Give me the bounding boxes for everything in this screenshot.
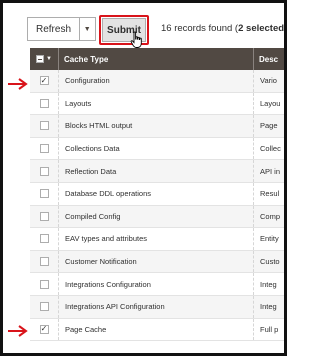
red-arrow-icon <box>8 325 28 337</box>
row-select-cell <box>30 92 59 115</box>
row-checkbox-checked[interactable]: ✓ <box>39 324 49 334</box>
row-checkbox[interactable] <box>39 144 49 154</box>
description-cell: Integ <box>260 302 277 312</box>
row-checkbox[interactable] <box>39 121 49 131</box>
mass-select-header: ▼ <box>30 48 59 70</box>
description-cell: Integ <box>260 279 277 289</box>
caret-down-icon[interactable]: ▼ <box>46 56 52 62</box>
row-select-cell <box>30 205 59 228</box>
table-row[interactable]: Customer Notification Custo <box>30 250 284 274</box>
table-row[interactable]: Layouts Layou <box>30 92 284 116</box>
row-checkbox[interactable] <box>39 166 49 176</box>
grid-body: ✓ Configuration Vario Layouts Layou Blocks HT… <box>30 70 284 342</box>
row-checkbox-checked[interactable]: ✓ <box>39 76 49 86</box>
cache-type-cell: Compiled Config <box>59 205 254 228</box>
description-cell: Entity <box>260 234 279 244</box>
cache-type-cell: EAV types and attributes <box>59 228 254 250</box>
row-checkbox[interactable] <box>39 234 49 244</box>
cache-type-cell: Integrations Configuration <box>59 273 254 295</box>
description-cell: API in <box>260 166 281 176</box>
table-row[interactable]: Collections Data Collec <box>30 137 284 161</box>
table-row[interactable]: Reflection Data API in <box>30 160 284 183</box>
row-checkbox[interactable] <box>39 98 49 108</box>
description-cell: Custo <box>260 257 280 267</box>
cache-type-cell: Blocks HTML output <box>59 115 254 137</box>
table-row[interactable]: ✓ Configuration Vario <box>30 70 284 93</box>
description-cell: Layou <box>260 98 281 108</box>
cache-type-cell: Database DDL operations <box>59 182 254 205</box>
table-row[interactable]: Blocks HTML output Page <box>30 115 284 138</box>
column-header-cache-type[interactable]: Cache Type <box>59 48 254 70</box>
mass-select-checkbox[interactable] <box>36 55 45 63</box>
row-checkbox[interactable] <box>39 279 49 289</box>
records-count: 16 records found (2 selected) <box>161 23 287 34</box>
cache-type-cell: Configuration <box>59 70 254 92</box>
table-row[interactable]: Compiled Config Comp <box>30 205 284 229</box>
row-select-cell <box>30 160 59 182</box>
row-select-cell <box>30 115 59 137</box>
column-header-description[interactable]: Desc <box>254 48 278 70</box>
description-cell: Collec <box>260 144 281 154</box>
row-select-cell <box>30 182 59 205</box>
cache-grid: ▼ Cache Type Desc ✓ Configuration Vario Lay… <box>30 48 284 342</box>
row-checkbox[interactable] <box>39 189 49 199</box>
row-select-cell: ✓ <box>30 70 59 92</box>
table-row[interactable]: EAV types and attributes Entity <box>30 228 284 251</box>
cache-type-cell: Customer Notification <box>59 250 254 273</box>
mass-action-select[interactable]: Refresh ▼ <box>27 17 96 41</box>
cache-type-cell: Page Cache <box>59 318 254 341</box>
red-arrow-icon <box>8 78 28 90</box>
description-cell: Page <box>260 121 278 131</box>
row-select-cell <box>30 295 59 318</box>
row-select-cell <box>30 250 59 273</box>
cache-type-cell: Collections Data <box>59 137 254 160</box>
description-cell: Full p <box>260 324 279 334</box>
screenshot-frame: Refresh ▼ Submit 16 records found (2 sel… <box>0 0 287 356</box>
row-select-cell <box>30 228 59 250</box>
cache-type-cell: Integrations API Configuration <box>59 295 254 318</box>
chevron-down-icon[interactable]: ▼ <box>78 18 95 40</box>
grid-toolbar: Refresh ▼ Submit 16 records found (2 sel… <box>27 15 287 48</box>
description-cell: Resul <box>260 189 280 199</box>
hand-cursor-icon <box>130 31 142 48</box>
table-row[interactable]: Integrations API Configuration Integ <box>30 295 284 319</box>
table-row[interactable]: Database DDL operations Resul <box>30 182 284 206</box>
row-select-cell <box>30 137 59 160</box>
row-checkbox[interactable] <box>39 257 49 267</box>
row-checkbox[interactable] <box>39 211 49 221</box>
row-checkbox[interactable] <box>39 302 49 312</box>
mass-select-control[interactable]: ▼ <box>36 55 52 63</box>
description-cell: Vario <box>260 76 277 86</box>
cache-type-cell: Layouts <box>59 92 254 115</box>
table-row[interactable]: ✓ Page Cache Full p <box>30 318 284 342</box>
row-select-cell: ✓ <box>30 318 59 341</box>
selected-count: 2 selected <box>238 23 285 34</box>
description-cell: Comp <box>260 211 281 221</box>
cache-type-cell: Reflection Data <box>59 160 254 182</box>
table-row[interactable]: Integrations Configuration Integ <box>30 273 284 296</box>
grid-header: ▼ Cache Type Desc <box>30 48 284 70</box>
row-select-cell <box>30 273 59 295</box>
mass-action-label: Refresh <box>36 23 72 35</box>
